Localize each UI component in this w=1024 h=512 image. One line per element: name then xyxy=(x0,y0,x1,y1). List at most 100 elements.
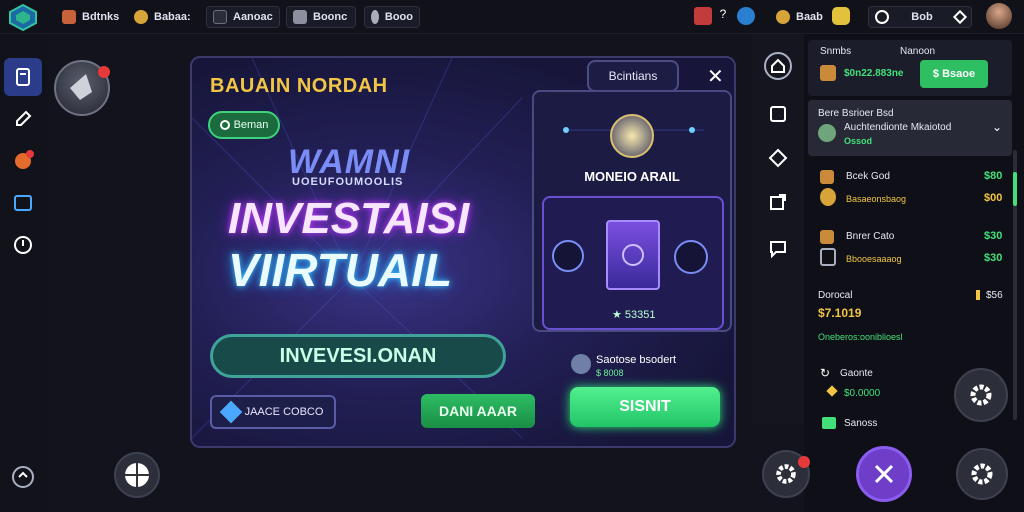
register-button[interactable]: DANI AAAR xyxy=(421,394,535,428)
screen-icon xyxy=(14,195,32,211)
investment-modal: BAUAIN NORDAH Bcintians ✕ Beman WAMNI UO… xyxy=(190,56,736,448)
asset-panel: MONEIO ARAIL ★ 53351 xyxy=(532,90,732,332)
share-icon[interactable] xyxy=(764,188,792,216)
dropdown-line2: Auchtendionte Mkaiotod xyxy=(844,122,952,133)
refresh-icon: ↻ xyxy=(820,366,831,380)
coin-icon xyxy=(776,10,790,24)
gear-icon xyxy=(971,463,993,485)
status-pill[interactable]: Beman xyxy=(208,111,280,139)
prev-arrow-icon[interactable] xyxy=(552,240,584,272)
power-icon xyxy=(14,236,32,254)
gem-icon xyxy=(219,400,242,424)
hero-title-line2: VIIRTUAIL xyxy=(228,244,453,296)
asset-card: ★ 53351 xyxy=(542,196,724,330)
globe-icon xyxy=(125,463,149,487)
gear-icon xyxy=(970,384,992,406)
nav-item-3[interactable]: Aanoac xyxy=(206,6,280,28)
nav-item-1[interactable]: Bdtnks xyxy=(56,6,125,28)
bot-avatar[interactable] xyxy=(54,60,110,116)
chat-icon[interactable] xyxy=(764,234,792,262)
panel-title: MONEIO ARAIL xyxy=(584,169,680,184)
world-button[interactable] xyxy=(114,452,160,498)
diamond-icon[interactable] xyxy=(764,144,792,172)
document-icon[interactable] xyxy=(764,100,792,128)
dropdown-line3: Ossod xyxy=(844,136,873,146)
coin-icon xyxy=(820,188,836,206)
balance-value: $0n22.883ne xyxy=(844,68,904,79)
notification-icon[interactable] xyxy=(694,7,712,25)
menu-refresh[interactable] xyxy=(4,458,42,496)
side-icon-column xyxy=(752,34,804,424)
lock-icon xyxy=(820,248,836,266)
card-value: ★ 53351 xyxy=(612,309,656,321)
app-logo[interactable] xyxy=(8,3,38,32)
scrollbar-thumb[interactable] xyxy=(1013,172,1017,206)
home-icon[interactable] xyxy=(764,52,792,80)
list-item[interactable]: Bnrer Cato Bbooesaaaog $30 $30 xyxy=(808,224,1008,274)
main-action-button[interactable] xyxy=(856,446,912,502)
nav-item-4[interactable]: Boonc xyxy=(286,6,356,28)
settings-button-2[interactable] xyxy=(956,448,1008,500)
coin-icon xyxy=(134,10,148,24)
tools-icon xyxy=(874,464,894,484)
chevron-down-icon: ⌄ xyxy=(992,120,1003,134)
account-dropdown[interactable]: Bere Bsrioer Bsd Auchtendionte Mkaiotod … xyxy=(808,100,1012,156)
tab-options[interactable]: Bcintians xyxy=(587,60,679,92)
top-bar: Bdtnks Babaa: Aanoac Boonc Booo ? Baab B… xyxy=(0,0,1024,34)
user-icon xyxy=(62,10,76,24)
summary-block: Dorocal $7.1019 $56 Oneberos:ooniblioesl xyxy=(818,290,1003,342)
search-icon xyxy=(875,10,889,24)
refresh-icon xyxy=(12,466,34,488)
menu-rewards[interactable] xyxy=(4,142,42,180)
submit-button[interactable]: SISNIT xyxy=(570,387,720,427)
menu-home[interactable] xyxy=(4,58,42,96)
list-item[interactable]: Bcek God Basaeonsbaog $80 $00 xyxy=(808,164,1008,214)
next-arrow-icon[interactable] xyxy=(674,240,708,274)
list-item[interactable]: ↻ Gaonte xyxy=(808,364,948,384)
gift-icon xyxy=(371,10,379,24)
submit-sub: $ 8008 xyxy=(596,368,624,378)
nav-item-5[interactable]: Booo xyxy=(364,6,420,28)
balance-label-2: Nanoon xyxy=(900,46,936,57)
settings-button[interactable] xyxy=(954,368,1008,422)
tools-button[interactable] xyxy=(762,450,810,498)
virtual-card-icon xyxy=(606,220,660,290)
user-avatar[interactable] xyxy=(986,3,1012,29)
diamond-icon xyxy=(952,9,968,25)
globe-icon[interactable] xyxy=(737,7,755,25)
help-icon[interactable]: ? xyxy=(714,7,732,25)
brand-subtitle: UOEUFOUMOOLIS xyxy=(292,176,404,188)
close-icon[interactable]: ✕ xyxy=(707,64,724,89)
hero-title-line1: INVESTAISI xyxy=(228,194,470,243)
document-icon xyxy=(16,68,30,86)
trophy-icon[interactable] xyxy=(832,7,850,25)
edit-icon xyxy=(16,110,32,126)
user-icon xyxy=(571,354,591,374)
balance-label: Snmbs xyxy=(820,46,852,57)
wallet-icon xyxy=(820,65,836,81)
gear-icon xyxy=(776,464,796,484)
investment-input[interactable]: INVEVESI.ONAN xyxy=(210,334,506,378)
cash-icon xyxy=(822,417,836,429)
box-icon xyxy=(820,230,834,244)
refresh-icon xyxy=(219,120,230,130)
wallet-icon xyxy=(213,10,227,24)
menu-edit[interactable] xyxy=(4,100,42,138)
list-item[interactable]: Sanoss xyxy=(808,414,948,434)
user-icon xyxy=(818,124,836,142)
left-rail xyxy=(0,34,46,512)
balance-card: Snmbs Nanoon $0n22.883ne $ Bsaoe xyxy=(808,40,1012,96)
promo-code-button[interactable]: JAACE COBCO xyxy=(210,395,336,429)
menu-power[interactable] xyxy=(4,226,42,264)
trophy-icon xyxy=(15,150,34,169)
menu-screen[interactable] xyxy=(4,184,42,222)
list-item-value: $0.0000 xyxy=(808,384,948,404)
box-icon xyxy=(820,170,834,184)
notification-badge xyxy=(798,456,810,468)
deposit-button[interactable]: $ Bsaoe xyxy=(920,60,988,88)
notification-badge xyxy=(98,66,110,78)
coin-balance[interactable]: Baab xyxy=(770,6,829,28)
nav-item-2[interactable]: Babaa: xyxy=(128,6,197,28)
search-box[interactable]: Bob xyxy=(868,6,972,28)
dropdown-line1: Bere Bsrioer Bsd xyxy=(818,108,894,119)
